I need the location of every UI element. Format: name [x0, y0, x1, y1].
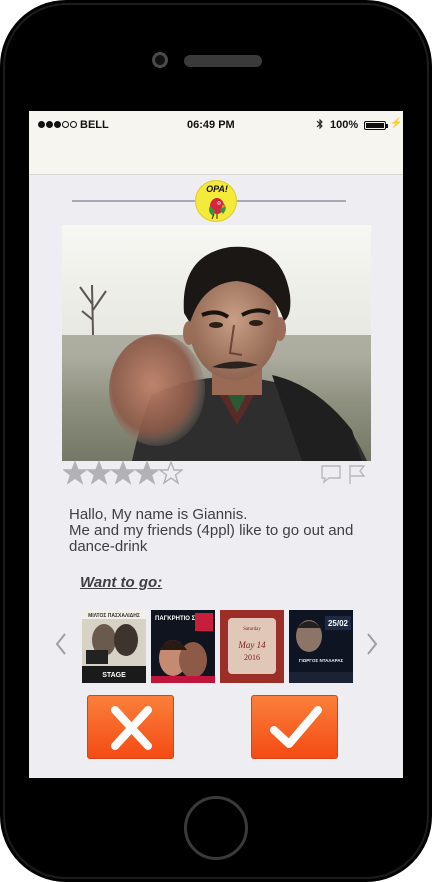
- event-poster-stage[interactable]: ΜΙΛΤΟΣ ΠΑΣΧΑΛΙΔΗΣ STAGE: [82, 610, 146, 683]
- chevron-right-icon[interactable]: [365, 631, 379, 657]
- earpiece-speaker: [184, 55, 262, 67]
- event-1-title: ΜΙΛΤΟΣ ΠΑΣΧΑΛΙΔΗΣ: [88, 613, 140, 619]
- svg-text:2016: 2016: [244, 653, 260, 662]
- svg-text:May 14: May 14: [237, 640, 266, 650]
- event-poster-may14[interactable]: Saturday May 14 2016: [220, 610, 284, 683]
- bio-line-1: Hallo, My name is Giannis.: [69, 506, 248, 523]
- close-x-icon: [111, 706, 152, 750]
- app-screen: BELL 06:49 PM 100% ⚡ OPA! Hallo, My name…: [29, 111, 403, 778]
- app-logo: OPA!: [195, 180, 237, 222]
- logo-text: OPA!: [206, 184, 228, 194]
- bluetooth-icon: [316, 118, 324, 133]
- battery-icon: [364, 121, 386, 130]
- want-to-go-heading: Want to go:: [80, 574, 163, 591]
- bio-line-2: Me and my friends (4ppl) like to go out …: [69, 522, 354, 555]
- flag-icon[interactable]: [346, 463, 368, 485]
- home-button[interactable]: [184, 796, 248, 860]
- star-filled-icon[interactable]: [135, 460, 159, 486]
- carrier-name: BELL: [80, 119, 109, 131]
- chat-bubble-icon[interactable]: [320, 463, 342, 485]
- event-poster-pagritio[interactable]: ΠΑΓΚΡΗΤΙΟ ΣΤΑΔΙΟ: [151, 610, 215, 683]
- chevron-left-icon[interactable]: [54, 631, 68, 657]
- charging-icon: ⚡: [390, 118, 403, 129]
- checkmark-icon: [270, 706, 322, 748]
- front-camera: [152, 52, 168, 68]
- profile-bio: Hallo, My name is Giannis. Me and my fri…: [69, 507, 389, 555]
- clock: 06:49 PM: [187, 119, 235, 131]
- parrot-icon: [209, 198, 226, 220]
- battery-nub: [386, 124, 388, 128]
- phone-frame: BELL 06:49 PM 100% ⚡ OPA! Hallo, My name…: [0, 0, 432, 882]
- event-4-date: 25/02: [328, 619, 349, 628]
- event-1-venue: STAGE: [102, 672, 126, 679]
- accept-button[interactable]: [251, 695, 338, 759]
- status-bar: BELL 06:49 PM 100% ⚡: [29, 111, 403, 175]
- rating-stars[interactable]: [63, 460, 183, 486]
- battery-percent: 100%: [330, 119, 359, 131]
- event-4-artist: ΓΙΩΡΓΟΣ ΝΤΑΛΑΡΑΣ: [299, 658, 344, 663]
- profile-photo[interactable]: [62, 225, 371, 461]
- event-3-day: Saturday: [243, 627, 261, 632]
- star-filled-icon[interactable]: [63, 460, 87, 486]
- star-filled-icon[interactable]: [111, 460, 135, 486]
- star-empty-icon[interactable]: [159, 460, 183, 486]
- signal-strength-icon: [38, 121, 77, 128]
- reject-button[interactable]: [87, 695, 174, 759]
- event-poster-25-02[interactable]: 25/02 ΓΙΩΡΓΟΣ ΝΤΑΛΑΡΑΣ: [289, 610, 353, 683]
- star-filled-icon[interactable]: [87, 460, 111, 486]
